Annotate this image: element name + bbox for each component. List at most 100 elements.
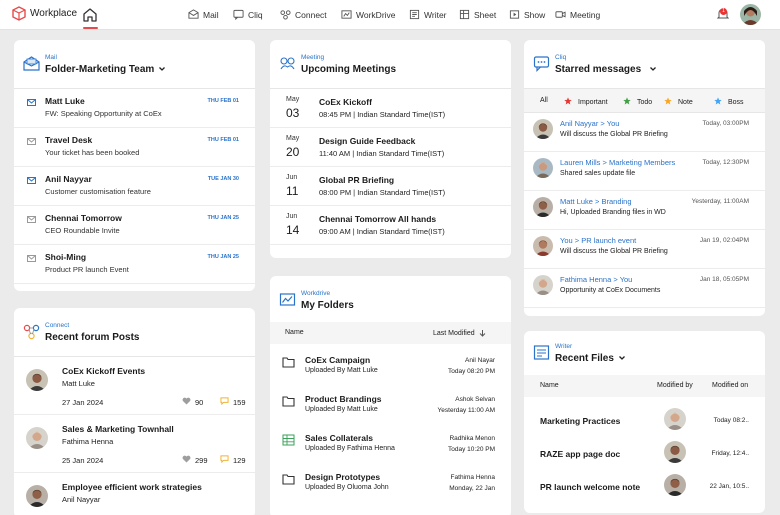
mail-unread-icon bbox=[27, 98, 36, 106]
cliq-message[interactable]: Fathima Henna > You Opportunity at CoEx D… bbox=[524, 269, 765, 308]
mail-sender: Anil Nayyar bbox=[45, 174, 92, 184]
meeting-time: 09:00 AM | Indian Standard Time(IST) bbox=[319, 227, 445, 236]
connect-widget: Connect Recent forum Posts CoEx Kickoff … bbox=[14, 308, 255, 515]
mail-item[interactable]: Chennai Tomorrow CEO Roundable Invite THU … bbox=[14, 206, 255, 245]
like-button[interactable]: 299 bbox=[182, 455, 208, 465]
meeting-time: 08:45 PM | Indian Standard Time(IST) bbox=[319, 110, 446, 119]
folder-item[interactable]: Product Brandings Uploaded By Matt Luke As… bbox=[270, 387, 511, 426]
star-icon bbox=[564, 97, 572, 107]
workdrive-app-label: Workdrive bbox=[301, 290, 331, 297]
mail-date: THU FEB 01 bbox=[207, 98, 239, 104]
cliq-message[interactable]: Lauren Mills > Marketing Members Shared s… bbox=[524, 152, 765, 191]
nav-mail[interactable]: Mail bbox=[188, 9, 219, 20]
message-sender: Matt Luke > Branding bbox=[560, 197, 632, 206]
writer-table-header: Name Modified by Modified on bbox=[524, 375, 765, 397]
tab-note[interactable]: Note bbox=[664, 97, 693, 107]
comment-button[interactable]: 159 bbox=[220, 397, 246, 407]
mail-item[interactable]: Travel Desk Your ticket has been booked TH… bbox=[14, 128, 255, 167]
cliq-filter-selector[interactable]: Starred messages bbox=[555, 64, 657, 75]
meeting-name: CoEx Kickoff bbox=[319, 97, 372, 107]
nav-show[interactable]: Show bbox=[509, 9, 545, 20]
tab-important[interactable]: Important bbox=[564, 97, 608, 107]
meeting-item[interactable]: Jun 11 Global PR Briefing 08:00 PM | Indian… bbox=[270, 167, 511, 206]
meeting-app-icon bbox=[280, 57, 295, 70]
meeting-item[interactable]: May 20 Design Guide Feedback 11:40 AM | Ind… bbox=[270, 128, 511, 167]
meeting-item[interactable]: Jun 14 Chennai Tomorrow All hands 09:00 AM … bbox=[270, 206, 511, 245]
mail-sender: Travel Desk bbox=[45, 135, 93, 145]
column-modified-by[interactable]: Modified by bbox=[657, 382, 693, 389]
cliq-icon bbox=[233, 9, 244, 20]
nav-meeting[interactable]: Meeting bbox=[555, 9, 600, 20]
nav-writer[interactable]: Writer bbox=[409, 9, 447, 20]
cliq-message[interactable]: Matt Luke > Branding Hi, Uploaded Brandin… bbox=[524, 191, 765, 230]
chevron-down-icon bbox=[650, 67, 657, 72]
nav-connect[interactable]: Connect bbox=[280, 9, 327, 20]
tab-todo[interactable]: Todo bbox=[623, 97, 652, 107]
mail-folder-selector[interactable]: Folder-Marketing Team bbox=[45, 64, 166, 75]
avatar bbox=[26, 427, 48, 449]
file-date: 22 Jan, 10:5.. bbox=[709, 483, 749, 490]
nav-cliq-label: Cliq bbox=[248, 9, 263, 20]
folder-item[interactable]: CoEx Campaign Uploaded By Matt Luke Anil N… bbox=[270, 348, 511, 387]
app-logo[interactable]: Workplace bbox=[12, 6, 77, 21]
mail-item[interactable]: Anil Nayyar Customer customisation featur… bbox=[14, 167, 255, 206]
file-item[interactable]: RAZE app page doc Friday, 12:4.. bbox=[524, 438, 765, 471]
tab-all[interactable]: All bbox=[540, 97, 548, 104]
mail-sender: Shoi-Ming bbox=[45, 252, 87, 262]
meeting-name: Chennai Tomorrow All hands bbox=[319, 214, 437, 224]
column-name[interactable]: Name bbox=[540, 382, 559, 389]
mail-subject: Product PR launch Event bbox=[45, 265, 129, 274]
comment-icon bbox=[220, 455, 229, 465]
avatar bbox=[26, 369, 48, 391]
nav-sheet[interactable]: Sheet bbox=[459, 9, 496, 20]
comment-button[interactable]: 129 bbox=[220, 455, 246, 465]
user-avatar[interactable] bbox=[740, 4, 761, 25]
message-sender: Fathima Henna > You bbox=[560, 275, 633, 284]
home-icon bbox=[83, 8, 97, 22]
workdrive-icon bbox=[341, 10, 352, 19]
nav-cliq[interactable]: Cliq bbox=[233, 9, 263, 20]
tab-boss[interactable]: Boss bbox=[714, 97, 744, 107]
file-name: RAZE app page doc bbox=[540, 449, 621, 459]
avatar bbox=[664, 474, 686, 496]
star-icon bbox=[623, 97, 631, 107]
meeting-item[interactable]: May 03 CoEx Kickoff 08:45 PM | Indian Stand… bbox=[270, 89, 511, 128]
message-text: Will discuss the Global PR Briefing bbox=[560, 131, 668, 138]
column-last-modified[interactable]: Last Modified bbox=[433, 329, 486, 337]
comment-count: 159 bbox=[233, 397, 246, 407]
like-button[interactable]: 90 bbox=[182, 397, 203, 407]
folder-item[interactable]: Design Prototypes Uploaded By Oluoma John… bbox=[270, 465, 511, 504]
folder-owner: Fathima Henna bbox=[450, 474, 495, 481]
forum-post[interactable]: Employee efficient work strategies Anil N… bbox=[14, 473, 255, 515]
avatar bbox=[664, 441, 686, 463]
heart-icon bbox=[182, 455, 191, 465]
nav-mail-label: Mail bbox=[203, 9, 219, 20]
comment-icon bbox=[220, 397, 229, 407]
mail-item[interactable]: Matt Luke FW: Speaking Opportunity at CoE… bbox=[14, 89, 255, 128]
nav-workdrive-label: WorkDrive bbox=[356, 9, 396, 20]
column-name[interactable]: Name bbox=[285, 329, 304, 336]
home-button[interactable] bbox=[80, 5, 100, 29]
file-item[interactable]: Marketing Practices Today 08:2.. bbox=[524, 405, 765, 438]
file-item[interactable]: PR launch welcome note 22 Jan, 10:5.. bbox=[524, 471, 765, 504]
message-sender: You > PR launch event bbox=[560, 236, 637, 245]
tab-label: All bbox=[540, 97, 548, 104]
column-modified-on[interactable]: Modified on bbox=[712, 382, 748, 389]
message-text: Shared sales update file bbox=[560, 170, 636, 177]
forum-post[interactable]: CoEx Kickoff Events Matt Luke 27 Jan 2024 9… bbox=[14, 357, 255, 415]
mail-folder-title: Folder-Marketing Team bbox=[45, 64, 155, 75]
cliq-message[interactable]: Anil Nayyar > You Will discuss the Global… bbox=[524, 113, 765, 152]
nav-workdrive[interactable]: WorkDrive bbox=[341, 9, 396, 20]
writer-filter-selector[interactable]: Recent Files bbox=[555, 353, 626, 364]
folder-owner: Radhika Menon bbox=[449, 435, 495, 442]
folder-item[interactable]: Sales Collaterals Uploaded By Fathima Hen… bbox=[270, 426, 511, 465]
cliq-message[interactable]: You > PR launch event Will discuss the Gl… bbox=[524, 230, 765, 269]
meeting-month: Jun bbox=[286, 174, 298, 181]
post-date: 27 Jan 2024 bbox=[62, 398, 104, 407]
forum-post[interactable]: Sales & Marketing Townhall Fathima Henna 2… bbox=[14, 415, 255, 473]
folder-icon bbox=[282, 473, 295, 485]
mail-read-icon bbox=[27, 137, 36, 145]
tab-label: Boss bbox=[728, 98, 744, 106]
folder-name: Sales Collaterals bbox=[305, 433, 374, 443]
mail-item[interactable]: Shoi-Ming Product PR launch Event THU JAN … bbox=[14, 245, 255, 284]
